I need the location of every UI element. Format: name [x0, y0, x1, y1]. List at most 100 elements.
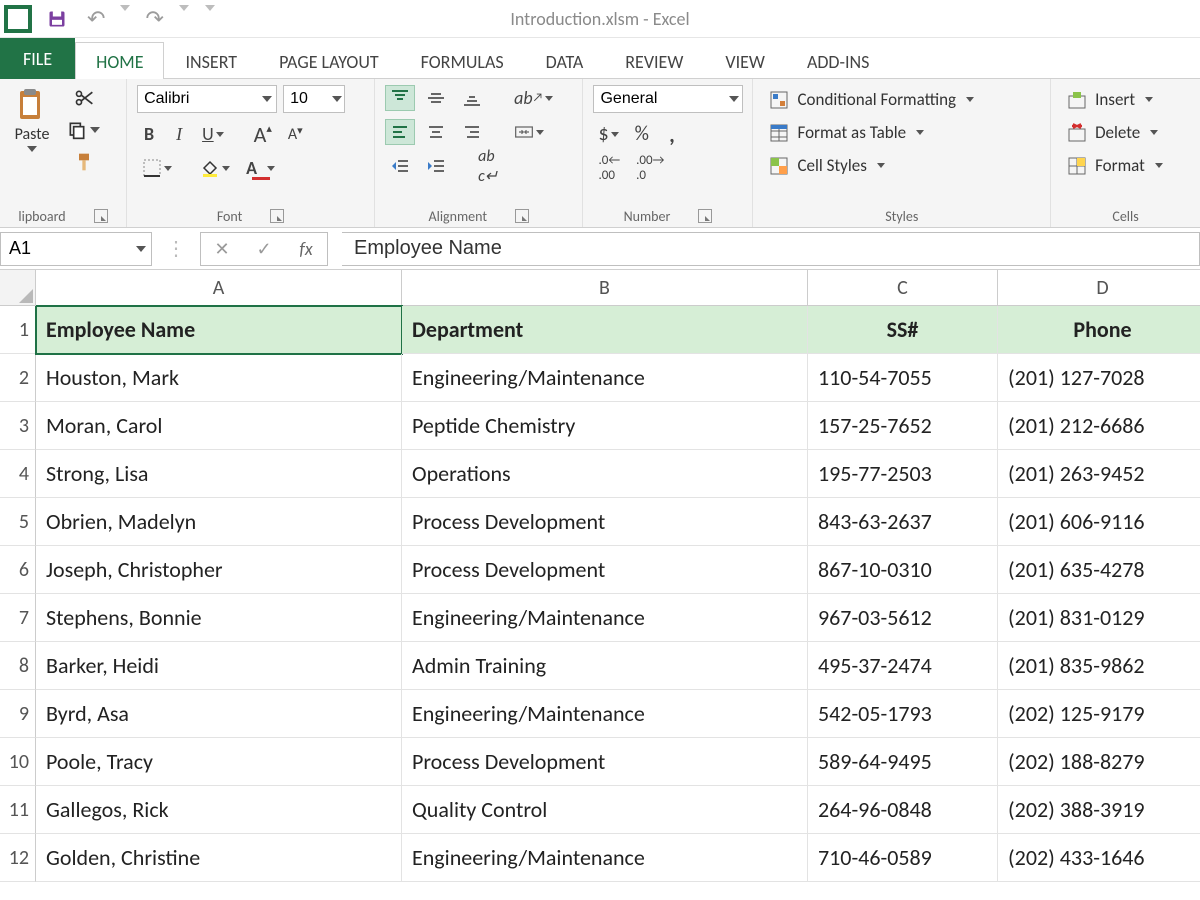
- font-size-input[interactable]: [284, 86, 330, 112]
- cell-C2[interactable]: 110-54-7055: [808, 354, 998, 402]
- font-name-combo[interactable]: [137, 85, 277, 113]
- fill-color-button[interactable]: [195, 155, 235, 181]
- cell-C12[interactable]: 710-46-0589: [808, 834, 998, 882]
- cell-A7[interactable]: Stephens, Bonnie: [36, 594, 402, 642]
- cell-A6[interactable]: Joseph, Christopher: [36, 546, 402, 594]
- conditional-formatting-button[interactable]: Conditional Formatting: [763, 85, 1040, 114]
- merge-center-button[interactable]: [509, 119, 549, 145]
- cell-A12[interactable]: Golden, Christine: [36, 834, 402, 882]
- underline-button[interactable]: U: [197, 121, 229, 147]
- cell-C8[interactable]: 495-37-2474: [808, 642, 998, 690]
- cell-C6[interactable]: 867-10-0310: [808, 546, 998, 594]
- cell-A3[interactable]: Moran, Carol: [36, 402, 402, 450]
- decrease-decimal-button[interactable]: .00→.0: [631, 155, 669, 181]
- cell-D7[interactable]: (201) 831-0129: [998, 594, 1200, 642]
- cell-B5[interactable]: Process Development: [402, 498, 808, 546]
- increase-decimal-button[interactable]: .0←.00: [593, 155, 625, 181]
- cell-D5[interactable]: (201) 606-9116: [998, 498, 1200, 546]
- tab-addins[interactable]: ADD-INS: [786, 42, 891, 79]
- formula-input[interactable]: [342, 232, 1200, 266]
- font-name-dropdown[interactable]: [259, 86, 276, 112]
- cell-A10[interactable]: Poole, Tracy: [36, 738, 402, 786]
- align-top-button[interactable]: [385, 85, 415, 111]
- row-header-3[interactable]: 3: [0, 402, 36, 450]
- name-box[interactable]: [0, 232, 152, 266]
- font-size-dropdown[interactable]: [330, 86, 344, 112]
- delete-cells-button[interactable]: Delete: [1061, 118, 1190, 147]
- accounting-format-button[interactable]: $: [593, 121, 623, 147]
- cell-C10[interactable]: 589-64-9495: [808, 738, 998, 786]
- row-header-4[interactable]: 4: [0, 450, 36, 498]
- bold-button[interactable]: B: [137, 121, 161, 147]
- name-box-dropdown[interactable]: [131, 246, 151, 252]
- enter-formula-button[interactable]: ✓: [243, 238, 285, 260]
- cell-B8[interactable]: Admin Training: [402, 642, 808, 690]
- tab-page-layout[interactable]: PAGE LAYOUT: [258, 42, 400, 79]
- align-left-button[interactable]: [385, 119, 415, 145]
- select-all-corner[interactable]: [0, 270, 36, 306]
- column-header-A[interactable]: A: [36, 270, 402, 306]
- cell-B12[interactable]: Engineering/Maintenance: [402, 834, 808, 882]
- cut-button[interactable]: [62, 85, 105, 111]
- tab-file[interactable]: FILE: [0, 38, 75, 79]
- row-header-12[interactable]: 12: [0, 834, 36, 882]
- number-format-input[interactable]: [594, 86, 725, 112]
- row-header-11[interactable]: 11: [0, 786, 36, 834]
- cell-D9[interactable]: (202) 125-9179: [998, 690, 1200, 738]
- tab-insert[interactable]: INSERT: [164, 42, 258, 79]
- cell-C9[interactable]: 542-05-1793: [808, 690, 998, 738]
- cell-C7[interactable]: 967-03-5612: [808, 594, 998, 642]
- dialog-launcher-font[interactable]: [270, 209, 284, 223]
- row-header-7[interactable]: 7: [0, 594, 36, 642]
- header-cell-C[interactable]: SS#: [808, 306, 998, 354]
- cell-D3[interactable]: (201) 212-6686: [998, 402, 1200, 450]
- cell-B4[interactable]: Operations: [402, 450, 808, 498]
- row-header-10[interactable]: 10: [0, 738, 36, 786]
- insert-function-button[interactable]: fx: [285, 238, 327, 260]
- cell-D4[interactable]: (201) 263-9452: [998, 450, 1200, 498]
- cell-B3[interactable]: Peptide Chemistry: [402, 402, 808, 450]
- save-icon[interactable]: [42, 6, 72, 32]
- tab-formulas[interactable]: FORMULAS: [400, 42, 525, 79]
- cell-B6[interactable]: Process Development: [402, 546, 808, 594]
- cell-D8[interactable]: (201) 835-9862: [998, 642, 1200, 690]
- font-size-combo[interactable]: [283, 85, 345, 113]
- insert-cells-button[interactable]: Insert: [1061, 85, 1190, 114]
- cell-B9[interactable]: Engineering/Maintenance: [402, 690, 808, 738]
- cell-A5[interactable]: Obrien, Madelyn: [36, 498, 402, 546]
- cell-D11[interactable]: (202) 388-3919: [998, 786, 1200, 834]
- row-header-8[interactable]: 8: [0, 642, 36, 690]
- dialog-launcher-number[interactable]: [698, 209, 712, 223]
- row-header-5[interactable]: 5: [0, 498, 36, 546]
- decrease-indent-button[interactable]: [385, 153, 415, 179]
- column-header-B[interactable]: B: [402, 270, 808, 306]
- cell-B2[interactable]: Engineering/Maintenance: [402, 354, 808, 402]
- format-painter-button[interactable]: [62, 149, 105, 175]
- redo-dropdown[interactable]: [179, 11, 189, 26]
- tab-review[interactable]: REVIEW: [604, 42, 704, 79]
- align-middle-button[interactable]: [421, 85, 451, 111]
- align-bottom-button[interactable]: [457, 85, 487, 111]
- dialog-launcher-alignment[interactable]: [515, 209, 529, 223]
- percent-format-button[interactable]: %: [630, 121, 654, 147]
- cell-D12[interactable]: (202) 433-1646: [998, 834, 1200, 882]
- italic-button[interactable]: I: [167, 121, 191, 147]
- cell-B11[interactable]: Quality Control: [402, 786, 808, 834]
- redo-button[interactable]: ↷: [140, 6, 168, 32]
- align-center-button[interactable]: [421, 119, 451, 145]
- cell-C4[interactable]: 195-77-2503: [808, 450, 998, 498]
- row-header-2[interactable]: 2: [0, 354, 36, 402]
- font-color-button[interactable]: A: [241, 155, 280, 181]
- tab-data[interactable]: DATA: [525, 42, 605, 79]
- cell-D6[interactable]: (201) 635-4278: [998, 546, 1200, 594]
- cell-A2[interactable]: Houston, Mark: [36, 354, 402, 402]
- cancel-formula-button[interactable]: ✕: [201, 238, 243, 260]
- cell-C5[interactable]: 843-63-2637: [808, 498, 998, 546]
- cell-A11[interactable]: Gallegos, Rick: [36, 786, 402, 834]
- increase-indent-button[interactable]: [421, 153, 451, 179]
- header-cell-B[interactable]: Department: [402, 306, 808, 354]
- column-header-D[interactable]: D: [998, 270, 1200, 306]
- tab-home[interactable]: HOME: [75, 42, 164, 79]
- row-header-1[interactable]: 1: [0, 306, 36, 354]
- header-cell-D[interactable]: Phone: [998, 306, 1200, 354]
